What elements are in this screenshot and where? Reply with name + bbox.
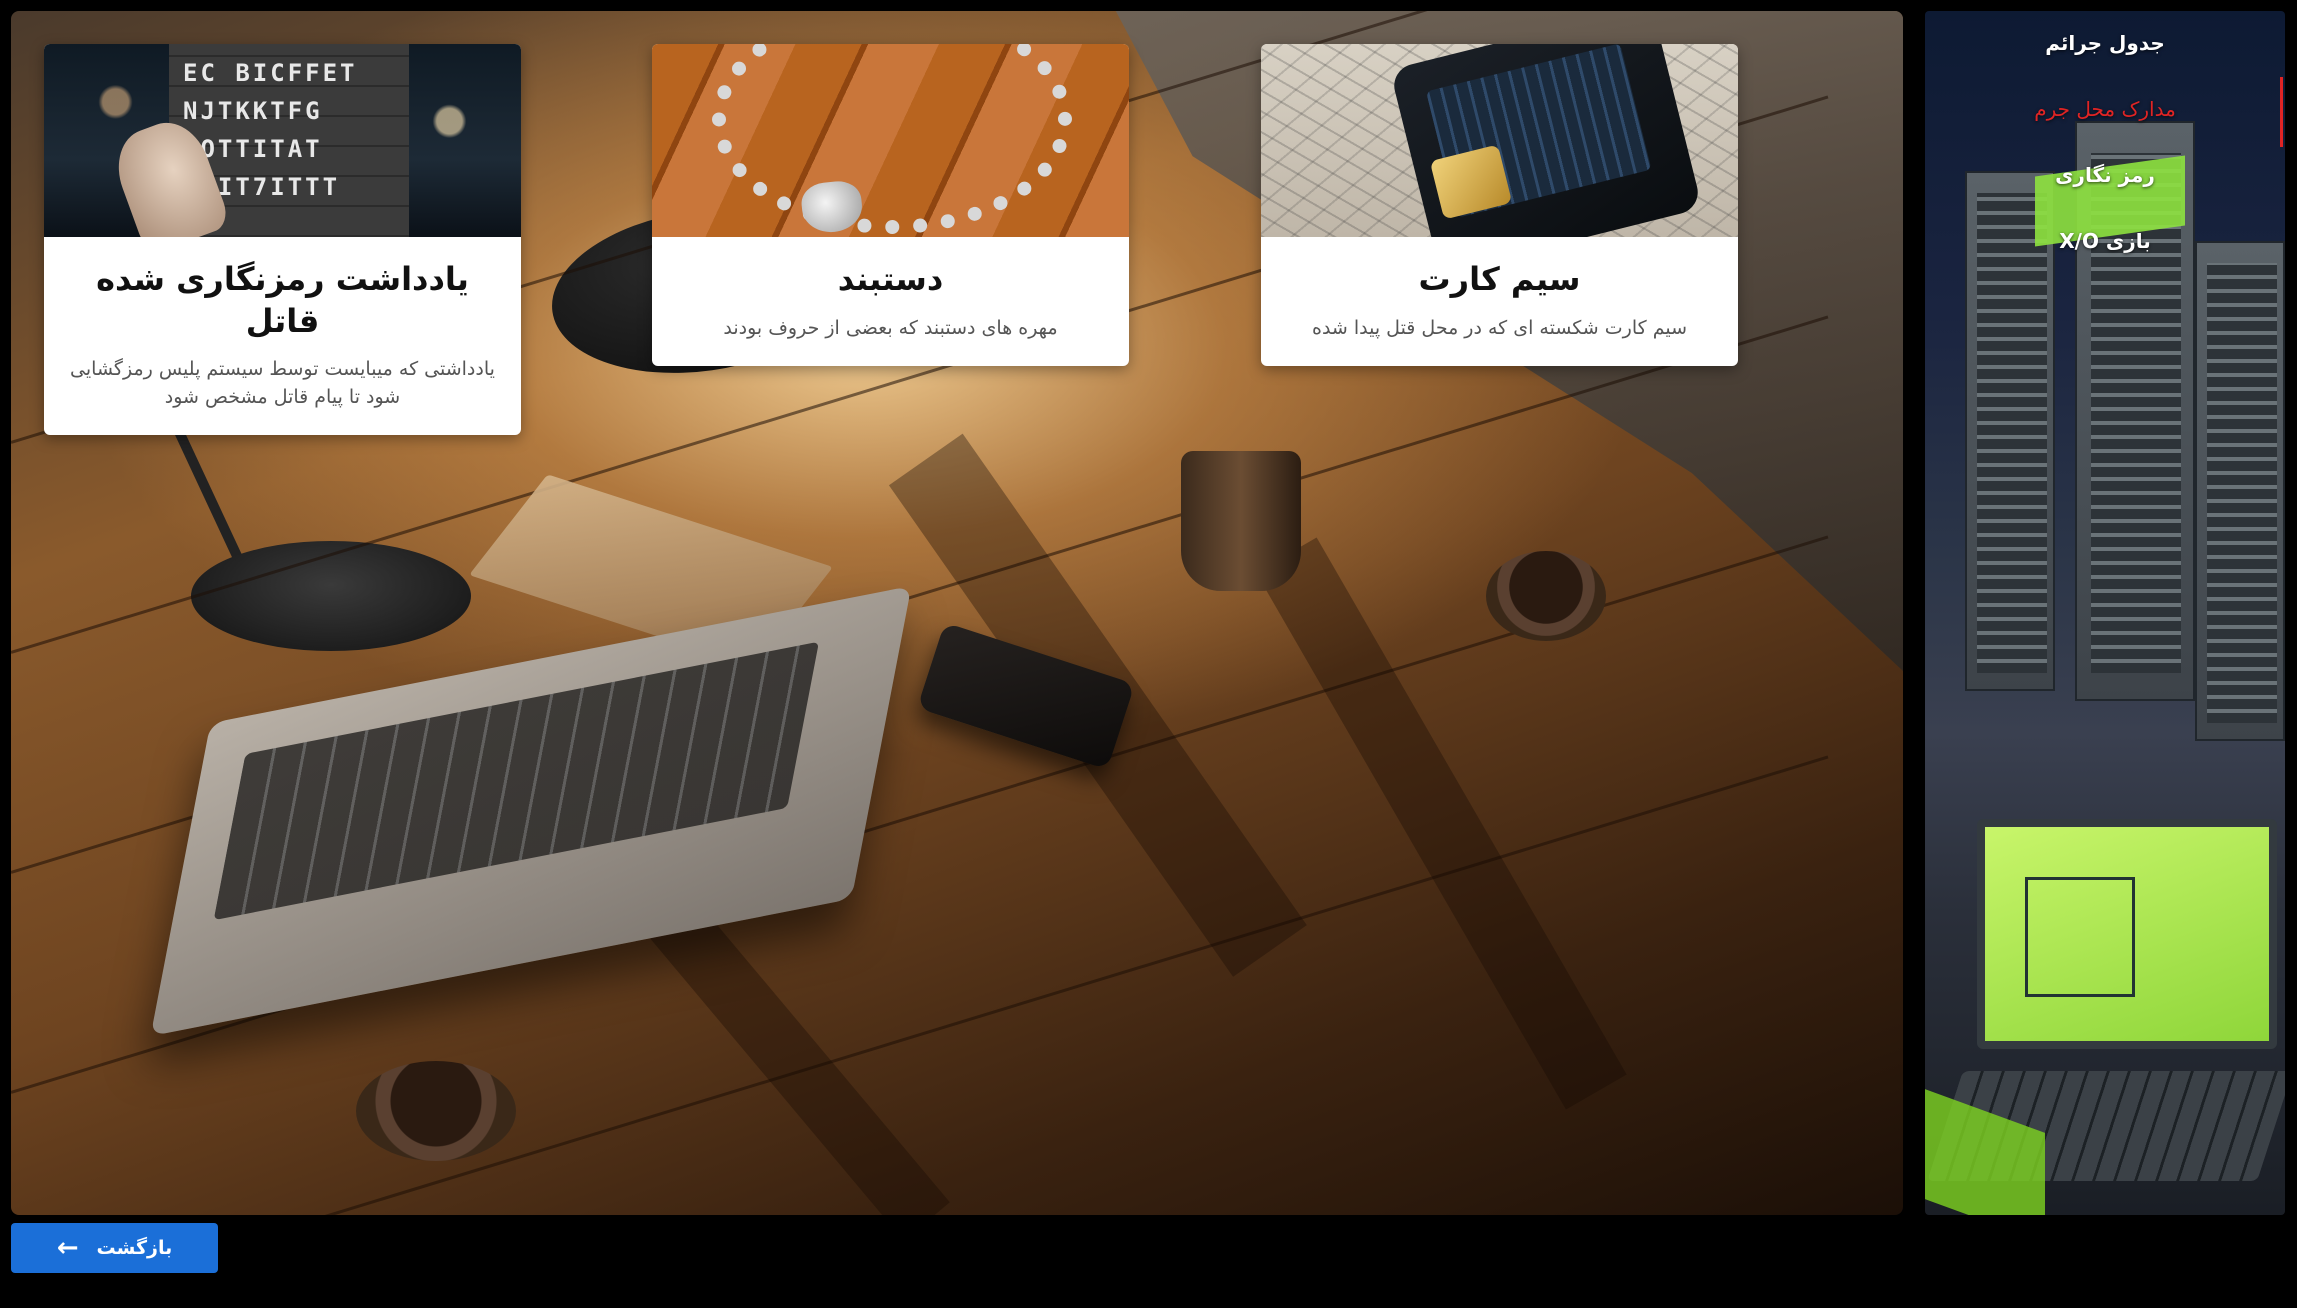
coffee-cup xyxy=(1486,551,1606,641)
card-description: سیم کارت شکسته ای که در محل قتل پیدا شده xyxy=(1311,316,1687,339)
coffee-cup xyxy=(356,1061,516,1161)
card-description: مهره های دستبند که بعضی از حروف بودند xyxy=(723,316,1058,339)
sidebar: جدول جرائم مدارک محل جرم رمز نگاری بازی … xyxy=(1925,11,2285,1215)
monitor-window xyxy=(2025,877,2135,997)
card-title: یادداشت رمزنگاری شده قاتل xyxy=(96,260,469,340)
card-title: سیم کارت xyxy=(1418,260,1581,298)
arrow-left-icon: ← xyxy=(56,1233,79,1263)
pencil-cup xyxy=(1181,451,1301,591)
back-button-label: بازگشت xyxy=(96,1237,173,1259)
back-button[interactable]: ← بازگشت xyxy=(11,1223,218,1273)
building xyxy=(2195,241,2285,741)
evidence-card-bracelet[interactable]: دستبند مهره های دستبند که بعضی از حروف ب… xyxy=(652,44,1129,367)
bracelet-image xyxy=(652,44,1129,237)
sidebar-item-xo-game[interactable]: بازی X/O xyxy=(1925,229,2285,253)
retro-monitor xyxy=(1977,819,2277,1049)
evidence-card-encrypted-note[interactable]: EC BICFFET NJTKKTFG NOTTITAT HRIT7ITTT ی… xyxy=(44,44,521,436)
card-description: یادداشتی که میبایست توسط سیستم پلیس رمزگ… xyxy=(70,358,495,408)
bracelet-chain xyxy=(712,44,1072,234)
sim-card-image xyxy=(1261,44,1738,237)
desk-lamp-base xyxy=(191,541,471,651)
building-windows xyxy=(1977,193,2047,673)
encrypted-note-image: EC BICFFET NJTKKTFG NOTTITAT HRIT7ITTT xyxy=(44,44,521,237)
laptop xyxy=(150,585,912,1037)
card-title: دستبند xyxy=(837,260,944,298)
sidebar-item-crime-scene-evidence[interactable]: مدارک محل جرم xyxy=(1925,97,2285,121)
sidebar-item-crimes-table[interactable]: جدول جرائم xyxy=(1925,31,2285,55)
laptop-keyboard xyxy=(213,641,820,921)
sidebar-item-cryptography[interactable]: رمز نگاری xyxy=(1925,163,2285,187)
evidence-card-sim-card[interactable]: سیم کارت سیم کارت شکسته ای که در محل قتل… xyxy=(1261,44,1738,367)
building-windows xyxy=(2207,263,2277,723)
broken-phone xyxy=(1389,44,1703,237)
